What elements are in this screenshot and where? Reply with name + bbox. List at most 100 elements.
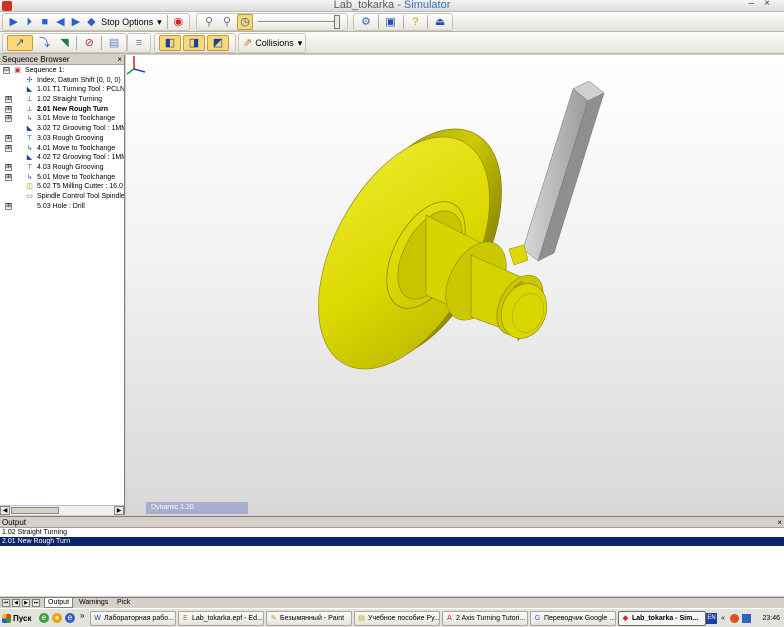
close-output-icon[interactable]: × bbox=[777, 517, 782, 528]
sequence-item[interactable]: ◣ 1.01 T1 Turning Tool : PCLN bbox=[0, 85, 124, 95]
sequence-item[interactable]: ⊞ ⊥ 1.02 Straight Turning bbox=[0, 95, 124, 105]
stop-icon[interactable]: ■ bbox=[38, 14, 52, 30]
sequence-item[interactable]: ⊞ ⊤ 3.03 Rough Grooving bbox=[0, 134, 124, 144]
quicklaunch-chrome-icon[interactable]: ● bbox=[52, 613, 62, 623]
show-material-removal-icon[interactable]: ⊘ bbox=[81, 35, 97, 51]
collisions-dropdown-icon[interactable]: ▾ bbox=[298, 38, 303, 49]
zoom-in-icon[interactable]: ⚲ bbox=[201, 14, 217, 30]
rewind-icon[interactable]: ◀ bbox=[54, 14, 68, 30]
taskbar-task[interactable]: W Лабораторная рабо... bbox=[90, 611, 176, 626]
eject-icon[interactable]: ⏏ bbox=[432, 14, 448, 30]
task-app-icon: ▤ bbox=[358, 615, 365, 622]
taskbar-task[interactable]: ✎ Безымянный - Paint bbox=[266, 611, 352, 626]
stop-options-button[interactable]: Stop Options bbox=[101, 17, 153, 27]
show-part-icon[interactable]: ▤ bbox=[106, 35, 122, 51]
help-icon[interactable]: ? bbox=[408, 14, 424, 30]
window-title-mode: Simulator bbox=[403, 0, 451, 11]
show-tool-icon[interactable]: ⤵ bbox=[35, 35, 55, 51]
simulation-viewport[interactable]: Dynamic 1.20 bbox=[126, 55, 784, 515]
sequence-item[interactable]: ⊞ ⊥ 2.01 New Rough Turn bbox=[0, 105, 124, 115]
sequence-item[interactable]: ⊟ ▣ Sequence 1: bbox=[0, 66, 124, 76]
record-icon[interactable]: ◉ bbox=[172, 14, 186, 30]
tool-view-icon[interactable]: ◩ bbox=[207, 35, 229, 51]
settings-gear-icon[interactable]: ⚙ bbox=[358, 14, 374, 30]
quicklaunch-browser-icon[interactable]: e bbox=[39, 613, 49, 623]
play-icon[interactable]: ▶ bbox=[7, 14, 21, 30]
taskbar-task[interactable]: A 2 Axis Turning Tutori... bbox=[442, 611, 528, 626]
language-indicator[interactable]: EN bbox=[706, 613, 717, 624]
sequence-item[interactable]: ⊞ ↳ 4.01 Move to Toolchange bbox=[0, 144, 124, 154]
expand-icon[interactable]: ⊞ bbox=[5, 144, 13, 152]
quicklaunch-ie-icon[interactable]: e bbox=[65, 613, 75, 623]
sequence-item[interactable]: ◣ 3.02 T2 Grooving Tool : 1MM bbox=[0, 124, 124, 134]
collapse-icon[interactable]: ⊟ bbox=[3, 67, 10, 74]
zoom-out-icon[interactable]: ⚲ bbox=[219, 14, 235, 30]
taskbar-task[interactable]: G Переводчик Google ... bbox=[530, 611, 616, 626]
stock-view-icon[interactable]: ◧ bbox=[159, 35, 181, 51]
scroll-right-icon[interactable]: ▶ bbox=[114, 506, 124, 515]
taskbar-task[interactable]: E Lab_tokarka.epf - Ed... bbox=[178, 611, 264, 626]
sequence-tree: ⊟ ▣ Sequence 1: ✣ Index, Datum Shift (0, 0, … bbox=[0, 65, 124, 211]
tray-volume-icon[interactable] bbox=[730, 614, 739, 623]
expand-icon[interactable]: ⊞ bbox=[5, 115, 13, 123]
output-line[interactable]: 2.01 New Rough Turn bbox=[0, 537, 784, 546]
scroll-thumb[interactable] bbox=[11, 507, 59, 514]
sequence-item[interactable]: ⊞ ↳ 3.01 Move to Toolchange bbox=[0, 114, 124, 124]
sequence-item-label: Spindle Control Tool Spindle ( bbox=[37, 192, 124, 200]
tab-next-icon[interactable]: ▶ bbox=[22, 599, 30, 607]
stop-options-icon[interactable]: ◆ bbox=[85, 14, 99, 30]
tray-network-icon[interactable] bbox=[742, 614, 751, 623]
sequence-item[interactable]: ⊞ 5.03 Hole : Drill bbox=[0, 202, 124, 212]
taskbar-task[interactable]: ▤ Учебное пособие Ру... bbox=[354, 611, 440, 626]
window-title-app: Lab_tokarka - bbox=[333, 0, 404, 11]
tab-output[interactable]: Output bbox=[44, 598, 74, 608]
slider-thumb[interactable] bbox=[334, 15, 340, 29]
collisions-button[interactable]: Collisions bbox=[255, 38, 294, 48]
tab-prev-icon[interactable]: ◀ bbox=[12, 599, 20, 607]
expand-icon[interactable]: ⊞ bbox=[5, 202, 13, 210]
sequence-item[interactable]: ⊞ ↳ 5.01 Move to Toolchange bbox=[0, 173, 124, 183]
expand-icon[interactable]: ⊞ bbox=[5, 134, 13, 142]
layers-dropdown-icon[interactable]: ≡ bbox=[132, 35, 146, 51]
sequence-browser-scrollbar[interactable]: ◀ ▶ bbox=[0, 505, 124, 515]
tab-pick[interactable]: Pick bbox=[114, 598, 133, 608]
taskbar-task[interactable]: ◆ Lab_tokarka - Sim... bbox=[618, 611, 706, 626]
close-window-button[interactable]: × bbox=[764, 0, 780, 9]
output-line[interactable]: 1.02 Straight Turning bbox=[0, 528, 784, 537]
stop-options-dropdown-icon[interactable]: ▾ bbox=[157, 17, 162, 28]
speed-icon[interactable]: ◷ bbox=[237, 14, 253, 30]
playback-controls: ▶ ⏵ ■ ◀ ▶ ◆ Stop Options ▾ ◉ bbox=[2, 13, 190, 31]
minimize-button[interactable]: – bbox=[749, 0, 765, 9]
tab-warnings[interactable]: Warnings bbox=[76, 598, 111, 608]
view-controls: ⚲ ⚲ ◷ bbox=[196, 13, 348, 31]
collisions-icon[interactable]: ⇗ bbox=[243, 35, 252, 51]
axis-triad-icon bbox=[126, 56, 146, 75]
fast-forward-icon[interactable]: ▶ bbox=[69, 14, 83, 30]
save-icon[interactable]: ▣ bbox=[383, 14, 399, 30]
tab-last-icon[interactable]: ⏭ bbox=[32, 599, 40, 607]
close-sequence-browser-icon[interactable]: × bbox=[117, 55, 122, 65]
expand-icon[interactable]: ⊞ bbox=[5, 163, 13, 171]
step-icon[interactable]: ⏵ bbox=[23, 14, 37, 30]
expand-icon[interactable]: ⊞ bbox=[5, 173, 13, 181]
scroll-left-icon[interactable]: ◀ bbox=[0, 506, 10, 515]
sequence-item-label: 5.01 Move to Toolchange bbox=[37, 173, 116, 181]
display-toolbar: ↗ ⤵ ◥ ⊘ ▤ ≡ ◧ ◨ ◩ ⇗ Collisions ▾ bbox=[0, 32, 784, 54]
expand-icon[interactable]: ⊞ bbox=[5, 96, 13, 104]
expand-icon[interactable]: ⊞ bbox=[5, 105, 13, 113]
sequence-item[interactable]: ▭ Spindle Control Tool Spindle ( bbox=[0, 192, 124, 202]
show-toolpath-icon[interactable]: ↗ bbox=[7, 35, 33, 51]
simulation-speed-slider[interactable] bbox=[258, 14, 340, 30]
tray-expand-icon[interactable]: « bbox=[721, 611, 725, 626]
quicklaunch-more-icon[interactable]: » bbox=[80, 611, 84, 620]
tab-first-icon[interactable]: ⏮ bbox=[2, 599, 10, 607]
sequence-item[interactable]: ◣ 4.02 T2 Grooving Tool : 1MM bbox=[0, 153, 124, 163]
sequence-item[interactable]: ⊞ ⊤ 4.03 Rough Grooving bbox=[0, 163, 124, 173]
start-button[interactable]: Пуск bbox=[1, 611, 37, 626]
show-stock-icon[interactable]: ◥ bbox=[57, 35, 73, 51]
output-title: Output bbox=[2, 518, 27, 527]
sequence-item[interactable]: ✣ Index, Datum Shift (0, 0, 0) bbox=[0, 76, 124, 86]
stock-controls: ◧ ◨ ◩ bbox=[154, 33, 236, 53]
sequence-item[interactable]: ◫ 5.02 T5 Milling Cutter : 16.0 M bbox=[0, 182, 124, 192]
cut-view-icon[interactable]: ◨ bbox=[183, 35, 205, 51]
